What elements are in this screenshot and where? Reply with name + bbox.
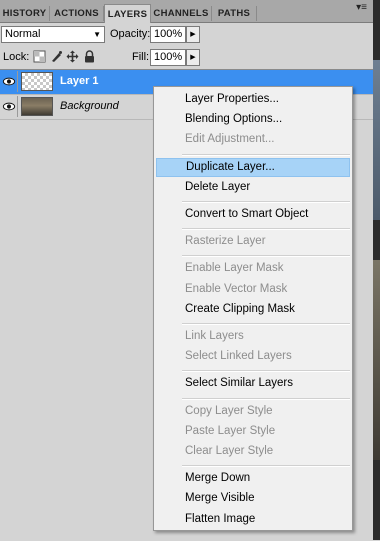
tab-channels[interactable]: CHANNELS (151, 6, 212, 21)
panel-tab-bar: HISTORY ACTIONS LAYERS CHANNELS PATHS ▾≡ (0, 0, 373, 23)
canvas-image-strip (373, 60, 380, 220)
menu-item-create-clipping-mask[interactable]: Create Clipping Mask (156, 300, 350, 319)
blend-mode-value: Normal (5, 28, 41, 40)
tab-actions[interactable]: ACTIONS (50, 6, 104, 21)
menu-separator (182, 201, 350, 203)
blend-opacity-row: Normal ▼ Opacity: 100% ▶ (0, 23, 373, 45)
lock-transparent-pixels-icon[interactable] (33, 50, 46, 63)
menu-item-delete-layer[interactable]: Delete Layer (156, 178, 350, 197)
menu-item-enable-layer-mask: Enable Layer Mask (185, 262, 284, 275)
menu-item-select-linked-layers: Select Linked Layers (185, 350, 292, 363)
blend-mode-select[interactable]: Normal ▼ (1, 26, 105, 43)
chevron-down-icon: ▼ (93, 30, 101, 39)
eye-icon[interactable] (1, 71, 18, 92)
layer-thumbnail (21, 97, 53, 116)
fill-label: Fill: (132, 51, 150, 63)
tab-paths[interactable]: PATHS (212, 6, 257, 21)
menu-separator (182, 255, 350, 258)
menu-item-rasterize-layer: Rasterize Layer (185, 235, 266, 248)
opacity-field[interactable]: 100% (150, 26, 186, 43)
menu-separator (182, 397, 350, 400)
menu-item-duplicate-layer[interactable]: Duplicate Layer... (156, 157, 350, 177)
menu-separator (182, 153, 350, 156)
menu-item-merge-visible[interactable]: Merge Visible (156, 489, 350, 508)
menu-item-paste-layer-style: Paste Layer Style (185, 424, 276, 437)
layer-name[interactable]: Background (60, 100, 119, 112)
layer-context-menu: Layer Properties... Blending Options... Ed… (153, 86, 353, 531)
layer-name[interactable]: Layer 1 (60, 75, 99, 87)
menu-item-flatten-image[interactable]: Flatten Image (156, 510, 350, 529)
lock-all-icon[interactable] (83, 50, 96, 63)
menu-item-merge-down[interactable]: Merge Down (156, 469, 350, 488)
menu-separator (182, 370, 350, 373)
tab-layers[interactable]: LAYERS (104, 4, 151, 23)
opacity-slider-button[interactable]: ▶ (186, 26, 200, 43)
menu-item-copy-layer-style: Copy Layer Style (185, 404, 273, 417)
menu-item-convert-to-smart-object[interactable]: Convert to Smart Object (156, 205, 350, 224)
menu-item-link-layers: Link Layers (185, 330, 244, 342)
lock-label: Lock: (3, 51, 30, 63)
fill-slider-button[interactable]: ▶ (186, 49, 200, 66)
eye-icon[interactable] (1, 96, 18, 117)
fill-field[interactable]: 100% (150, 49, 186, 66)
menu-item-layer-properties[interactable]: Layer Properties... (156, 90, 350, 109)
layer-thumbnail (21, 72, 53, 91)
menu-separator (182, 465, 350, 468)
menu-item-blending-options[interactable]: Blending Options... (156, 110, 350, 129)
menu-separator (182, 323, 350, 325)
opacity-label: Opacity: (110, 28, 151, 40)
menu-item-select-similar-layers[interactable]: Select Similar Layers (156, 374, 350, 393)
lock-position-icon[interactable] (66, 50, 79, 63)
canvas-edge (373, 0, 380, 540)
menu-item-clear-layer-style: Clear Layer Style (185, 445, 274, 457)
menu-item-enable-vector-mask: Enable Vector Mask (185, 282, 288, 295)
canvas-image-strip-lower (373, 260, 380, 460)
menu-item-edit-adjustment: Edit Adjustment... (185, 133, 275, 146)
panel-menu-icon[interactable]: ▾≡ (356, 2, 367, 13)
tab-history[interactable]: HISTORY (0, 6, 50, 21)
lock-fill-row: Lock: Fill: 100% ▶ (0, 47, 373, 69)
lock-image-pixels-icon[interactable] (50, 50, 63, 63)
menu-separator (182, 228, 350, 231)
